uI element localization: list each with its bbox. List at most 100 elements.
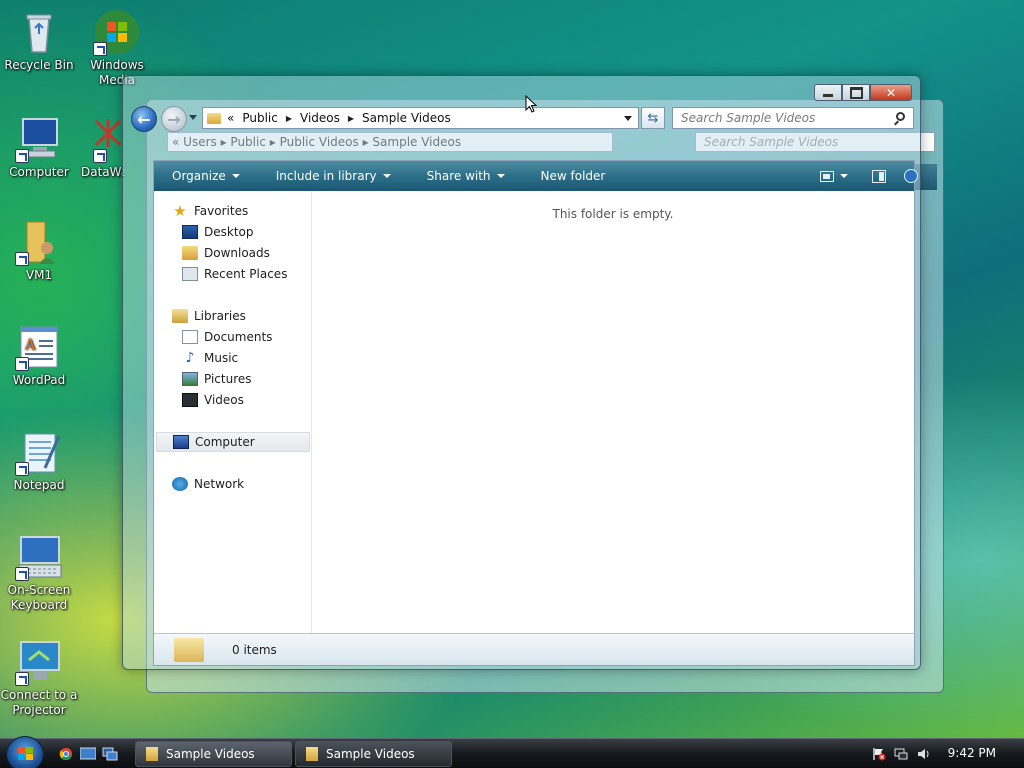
breadcrumb-overflow[interactable]: « (227, 111, 234, 125)
organize-button[interactable]: Organize (154, 161, 258, 191)
recent-pages-dropdown[interactable] (189, 115, 197, 120)
desktop-icon-wordpad[interactable]: A WordPad (0, 323, 78, 388)
shortcut-arrow-icon (93, 149, 107, 163)
command-bar-right (820, 161, 918, 191)
forward-button[interactable]: → (161, 106, 187, 132)
shortcut-arrow-icon (15, 672, 29, 686)
nav-item-computer[interactable]: Computer (156, 432, 310, 452)
change-view-icon[interactable] (820, 170, 834, 182)
nav-item-recent-places[interactable]: Recent Places (182, 264, 287, 284)
taskbar-item-label: Sample Videos (166, 747, 255, 761)
nav-item-desktop[interactable]: Desktop (182, 222, 254, 242)
nav-item-network[interactable]: Network (172, 474, 244, 494)
computer-icon (15, 115, 63, 163)
windows-media-center-icon (93, 8, 141, 56)
switch-windows-icon[interactable] (102, 747, 118, 761)
minimize-icon (815, 85, 841, 100)
nav-item-videos[interactable]: Videos (182, 390, 244, 410)
nav-item-documents[interactable]: Documents (182, 327, 272, 347)
chevron-down-icon (231, 174, 240, 178)
desktop-icon-label: Recycle Bin (4, 58, 74, 72)
breadcrumb-separator-icon[interactable]: ▶ (286, 114, 292, 123)
breadcrumb-videos[interactable]: Videos (300, 111, 340, 125)
share-with-label: Share with (426, 169, 491, 183)
desktop-icon-on-screen-keyboard[interactable]: On-Screen Keyboard (0, 533, 78, 613)
desktop-icon-recycle-bin[interactable]: Recycle Bin (0, 8, 78, 73)
desktop-icon-connect-to-a-projector[interactable]: Connect to a Projector (0, 638, 78, 718)
chevron-down-icon (496, 174, 505, 178)
desktop-icon-computer[interactable]: Computer (0, 115, 78, 180)
nav-item-label: Music (204, 351, 239, 365)
star-icon: ★ (173, 202, 187, 220)
nav-item-pictures[interactable]: Pictures (182, 369, 252, 389)
desktop-icon-datawa[interactable]: DataWa (78, 115, 124, 180)
explorer-window[interactable]: ✕ ← → « Public ▶ Videos ▶ Sample Videos … (122, 75, 921, 670)
include-in-library-button[interactable]: Include in library (258, 161, 409, 191)
forward-arrow-icon: → (167, 109, 181, 129)
nav-item-label: Videos (204, 393, 244, 407)
minimize-button[interactable] (814, 84, 842, 101)
close-icon: ✕ (885, 85, 897, 100)
desktop-icon-label: On-Screen Keyboard (7, 583, 71, 612)
nav-item-label: Downloads (204, 246, 270, 260)
nav-item-libraries[interactable]: Libraries (172, 306, 246, 326)
network-icon (172, 477, 188, 491)
view-options-chevron-icon[interactable] (840, 174, 848, 178)
address-dropdown-icon[interactable] (624, 116, 632, 121)
share-with-button[interactable]: Share with (409, 161, 523, 191)
windows-logo-icon (18, 747, 34, 761)
projector-icon (15, 638, 63, 686)
desktop-icon-label: Notepad (13, 478, 65, 492)
back-button[interactable]: ← (131, 106, 157, 132)
close-button[interactable]: ✕ (870, 84, 912, 101)
file-list-pane[interactable]: This folder is empty. (312, 191, 914, 635)
chevron-down-icon (382, 174, 391, 178)
shortcut-arrow-icon (15, 357, 29, 371)
user-folder-icon (15, 218, 63, 266)
nav-item-label: Favorites (194, 204, 249, 218)
clock[interactable]: 9:42 PM (948, 746, 996, 760)
network-status-icon[interactable] (894, 747, 908, 761)
address-bar[interactable]: « Public ▶ Videos ▶ Sample Videos (202, 107, 639, 129)
preview-pane-icon[interactable] (872, 169, 886, 183)
nav-item-favorites[interactable]: ★ Favorites (172, 201, 248, 221)
action-center-flag-icon[interactable] (872, 747, 886, 761)
taskbar-item-sample-videos[interactable]: Sample Videos (135, 741, 292, 767)
notification-area: 9:42 PM (864, 739, 1024, 768)
folder-icon (174, 637, 204, 662)
window-caption-buttons: ✕ (814, 84, 912, 101)
recent-places-icon (182, 267, 198, 281)
breadcrumb-separator-icon[interactable]: ▶ (348, 114, 354, 123)
nav-item-label: Recent Places (204, 267, 288, 281)
taskbar-item-sample-videos[interactable]: Sample Videos (295, 741, 452, 767)
nav-item-label: Documents (204, 330, 273, 344)
explorer-content: Organize Include in library Share with N… (153, 160, 918, 666)
search-icon[interactable] (896, 112, 905, 121)
desktop-icon-vm1[interactable]: VM1 (0, 218, 78, 283)
breadcrumb-public[interactable]: Public (242, 111, 278, 125)
volume-icon[interactable] (916, 747, 930, 761)
refresh-button[interactable]: ⇆ (641, 107, 665, 129)
recycle-bin-icon (15, 8, 63, 56)
wordpad-icon: A (15, 323, 63, 371)
nav-item-label: Network (194, 477, 245, 491)
shortcut-arrow-icon (15, 149, 29, 163)
empty-folder-message: This folder is empty. (552, 207, 674, 221)
computer-icon (173, 435, 189, 449)
new-folder-button[interactable]: New folder (523, 161, 624, 191)
breadcrumb-sample-videos[interactable]: Sample Videos (362, 111, 451, 125)
music-icon: ♪ (185, 350, 195, 366)
maximize-button[interactable] (842, 84, 870, 101)
start-button[interactable] (6, 736, 44, 768)
taskbar: Sample Videos Sample Videos 9:42 PM (0, 736, 1024, 768)
nav-item-downloads[interactable]: Downloads (182, 243, 270, 263)
mouse-cursor-icon (525, 95, 537, 113)
nav-item-music[interactable]: ♪ Music (182, 348, 239, 368)
details-pane: 0 items (154, 633, 914, 665)
help-icon[interactable] (904, 169, 918, 183)
chrome-icon[interactable] (58, 747, 74, 761)
organize-label: Organize (172, 169, 226, 183)
desktop-icon-notepad[interactable]: Notepad (0, 428, 78, 493)
search-input[interactable]: Search Sample Videos (672, 107, 914, 129)
show-desktop-icon[interactable] (80, 747, 96, 761)
